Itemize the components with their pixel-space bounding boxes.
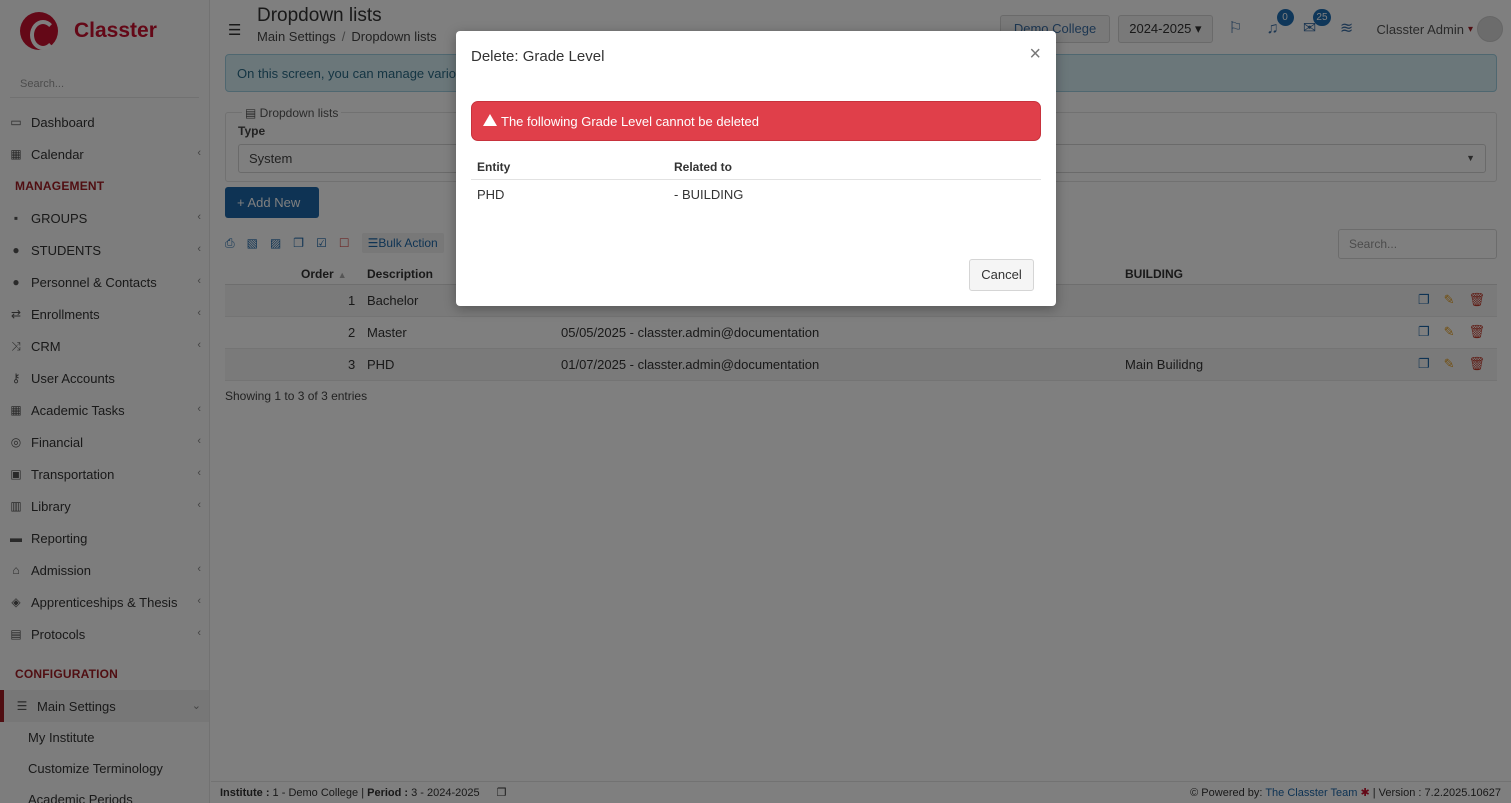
modal-title: Delete: Grade Level [471,48,605,65]
modal-table-header: Entity Related to [471,153,1041,180]
danger-alert: The following Grade Level cannot be dele… [471,101,1041,141]
header-related-to: Related to [674,160,733,174]
cancel-button[interactable]: Cancel [969,259,1034,291]
cell-related-to: - BUILDING [674,187,744,202]
table-row: PHD - BUILDING [471,180,1041,210]
related-entities-table: Entity Related to PHD - BUILDING [471,153,1041,210]
header-entity: Entity [477,160,511,174]
cell-entity: PHD [477,187,505,202]
close-icon[interactable]: × [1029,44,1041,64]
warning-icon [483,114,497,126]
delete-modal: Delete: Grade Level × The following Grad… [456,31,1056,306]
